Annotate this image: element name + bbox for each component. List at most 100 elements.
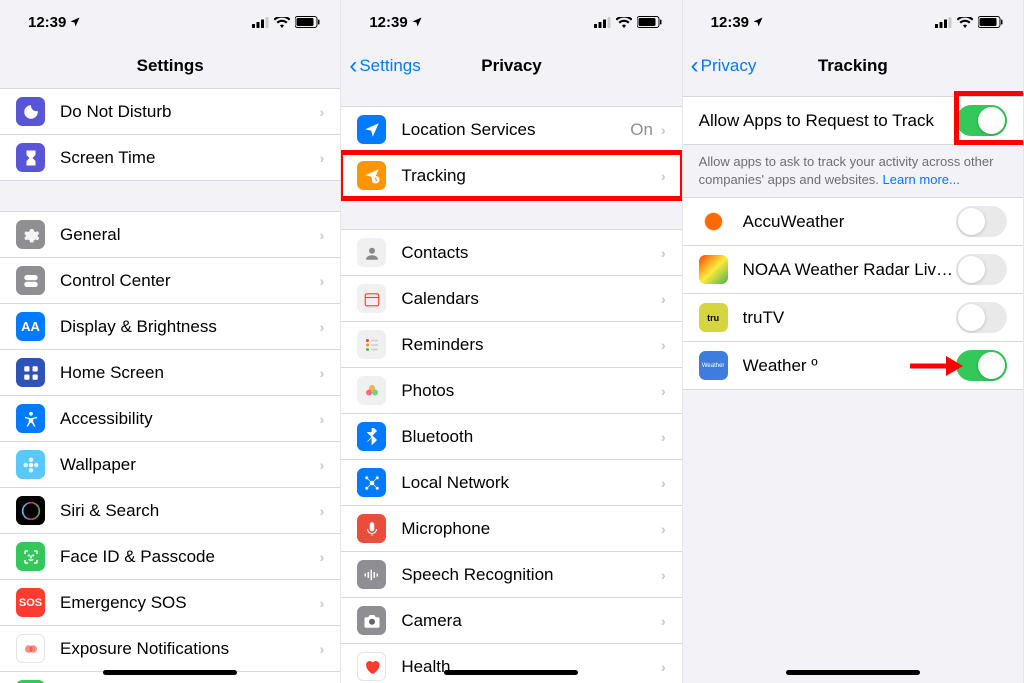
- location-arrow-icon: [69, 16, 81, 28]
- chevron-right-icon: ›: [320, 549, 325, 565]
- settings-list[interactable]: Do Not Disturb›Screen Time›General›Contr…: [0, 88, 340, 683]
- list-item[interactable]: Reminders›: [341, 322, 681, 368]
- cell-label: Location Services: [401, 120, 630, 140]
- list-item[interactable]: Camera›: [341, 598, 681, 644]
- cell-label: Microphone: [401, 519, 661, 539]
- moon-icon: [16, 97, 45, 126]
- list-item[interactable]: Screen Time›: [0, 135, 340, 181]
- speech-icon: [357, 560, 386, 589]
- app-name: NOAA Weather Radar Live: Cl…: [743, 260, 956, 280]
- home-indicator[interactable]: [103, 670, 237, 675]
- toggle-switch[interactable]: [956, 350, 1007, 381]
- home-indicator[interactable]: [444, 670, 578, 675]
- toggle-switch[interactable]: [956, 302, 1007, 333]
- nav-bar: Settings: [0, 44, 340, 88]
- contacts-icon: [357, 238, 386, 267]
- privacy-screen: 12:39 ‹ Settings Privacy Location Servic…: [341, 0, 682, 683]
- privacy-list[interactable]: Location ServicesOn›Tracking›Contacts›Ca…: [341, 88, 681, 683]
- chevron-right-icon: ›: [320, 457, 325, 473]
- app-tracking-toggle[interactable]: NOAA Weather Radar Live: Cl…: [683, 246, 1023, 294]
- chevron-right-icon: ›: [661, 429, 666, 445]
- toggle-switch[interactable]: [956, 206, 1007, 237]
- list-item[interactable]: Exposure Notifications›: [0, 626, 340, 672]
- list-item[interactable]: Local Network›: [341, 460, 681, 506]
- exposure-icon: [16, 634, 45, 663]
- chevron-right-icon: ›: [320, 150, 325, 166]
- cell-label: Local Network: [401, 473, 661, 493]
- list-item[interactable]: Home Screen›: [0, 350, 340, 396]
- trutv-icon: tru: [699, 303, 728, 332]
- accuweather-icon: [699, 207, 728, 236]
- list-item[interactable]: General›: [0, 211, 340, 258]
- list-item[interactable]: Tracking›: [341, 153, 681, 199]
- allow-tracking-master-toggle[interactable]: Allow Apps to Request to Track: [683, 96, 1023, 145]
- list-item[interactable]: Do Not Disturb›: [0, 88, 340, 135]
- grid-icon: [16, 358, 45, 387]
- list-item[interactable]: Contacts›: [341, 229, 681, 276]
- list-item[interactable]: Microphone›: [341, 506, 681, 552]
- wifi-icon: [274, 17, 290, 28]
- chevron-right-icon: ›: [320, 641, 325, 657]
- list-item[interactable]: Wallpaper›: [0, 442, 340, 488]
- list-item[interactable]: Siri & Search›: [0, 488, 340, 534]
- toggle-switch[interactable]: [956, 254, 1007, 285]
- wifi-icon: [957, 17, 973, 28]
- chevron-left-icon: ‹: [691, 52, 699, 80]
- photos-icon: [357, 376, 386, 405]
- chevron-right-icon: ›: [661, 337, 666, 353]
- learn-more-link[interactable]: Learn more...: [883, 172, 960, 187]
- list-item[interactable]: Location ServicesOn›: [341, 106, 681, 153]
- app-tracking-toggle[interactable]: WeatherWeather º: [683, 342, 1023, 390]
- list-item[interactable]: Calendars›: [341, 276, 681, 322]
- page-title: Privacy: [481, 56, 542, 76]
- cell-label: Contacts: [401, 243, 661, 263]
- chevron-right-icon: ›: [661, 613, 666, 629]
- back-button[interactable]: ‹ Settings: [349, 52, 420, 80]
- reminders-icon: [357, 330, 386, 359]
- cell-label: Control Center: [60, 271, 320, 291]
- cell-label: Wallpaper: [60, 455, 320, 475]
- status-bar: 12:39: [341, 0, 681, 44]
- gear-icon: [16, 220, 45, 249]
- toggle-switch[interactable]: [956, 105, 1007, 136]
- list-item[interactable]: SOSEmergency SOS›: [0, 580, 340, 626]
- status-bar: 12:39: [683, 0, 1023, 44]
- bluetooth-icon: [357, 422, 386, 451]
- text-size-icon: AA: [16, 312, 45, 341]
- list-item[interactable]: Face ID & Passcode›: [0, 534, 340, 580]
- cell-label: Screen Time: [60, 148, 320, 168]
- chevron-right-icon: ›: [320, 503, 325, 519]
- cellular-signal-icon: [935, 17, 952, 28]
- cell-label: General: [60, 225, 320, 245]
- chevron-right-icon: ›: [320, 104, 325, 120]
- cell-label: Tracking: [401, 166, 661, 186]
- back-button[interactable]: ‹ Privacy: [691, 52, 757, 80]
- home-indicator[interactable]: [786, 670, 920, 675]
- list-item[interactable]: Speech Recognition›: [341, 552, 681, 598]
- app-name: Weather º: [743, 356, 956, 376]
- nav-bar: ‹ Settings Privacy: [341, 44, 681, 88]
- chevron-right-icon: ›: [320, 411, 325, 427]
- tracking-screen: 12:39 ‹ Privacy Tracking Allow Apps to R: [683, 0, 1024, 683]
- cellular-signal-icon: [594, 17, 611, 28]
- list-item[interactable]: Control Center›: [0, 258, 340, 304]
- page-title: Settings: [137, 56, 204, 76]
- list-item[interactable]: Bluetooth›: [341, 414, 681, 460]
- location-arrow-icon: [411, 16, 423, 28]
- list-item[interactable]: Accessibility›: [0, 396, 340, 442]
- list-item[interactable]: AADisplay & Brightness›: [0, 304, 340, 350]
- app-tracking-toggle[interactable]: AccuWeather: [683, 197, 1023, 246]
- list-item[interactable]: Health›: [341, 644, 681, 683]
- list-item[interactable]: Photos›: [341, 368, 681, 414]
- battery-icon: [978, 16, 1003, 28]
- network-icon: [357, 468, 386, 497]
- chevron-right-icon: ›: [661, 475, 666, 491]
- chevron-right-icon: ›: [320, 227, 325, 243]
- chevron-right-icon: ›: [661, 168, 666, 184]
- cell-value: On: [630, 120, 653, 140]
- app-name: AccuWeather: [743, 212, 956, 232]
- status-time: 12:39: [369, 14, 407, 31]
- cell-label: Speech Recognition: [401, 565, 661, 585]
- app-tracking-toggle[interactable]: trutruTV: [683, 294, 1023, 342]
- battery-icon: [637, 16, 662, 28]
